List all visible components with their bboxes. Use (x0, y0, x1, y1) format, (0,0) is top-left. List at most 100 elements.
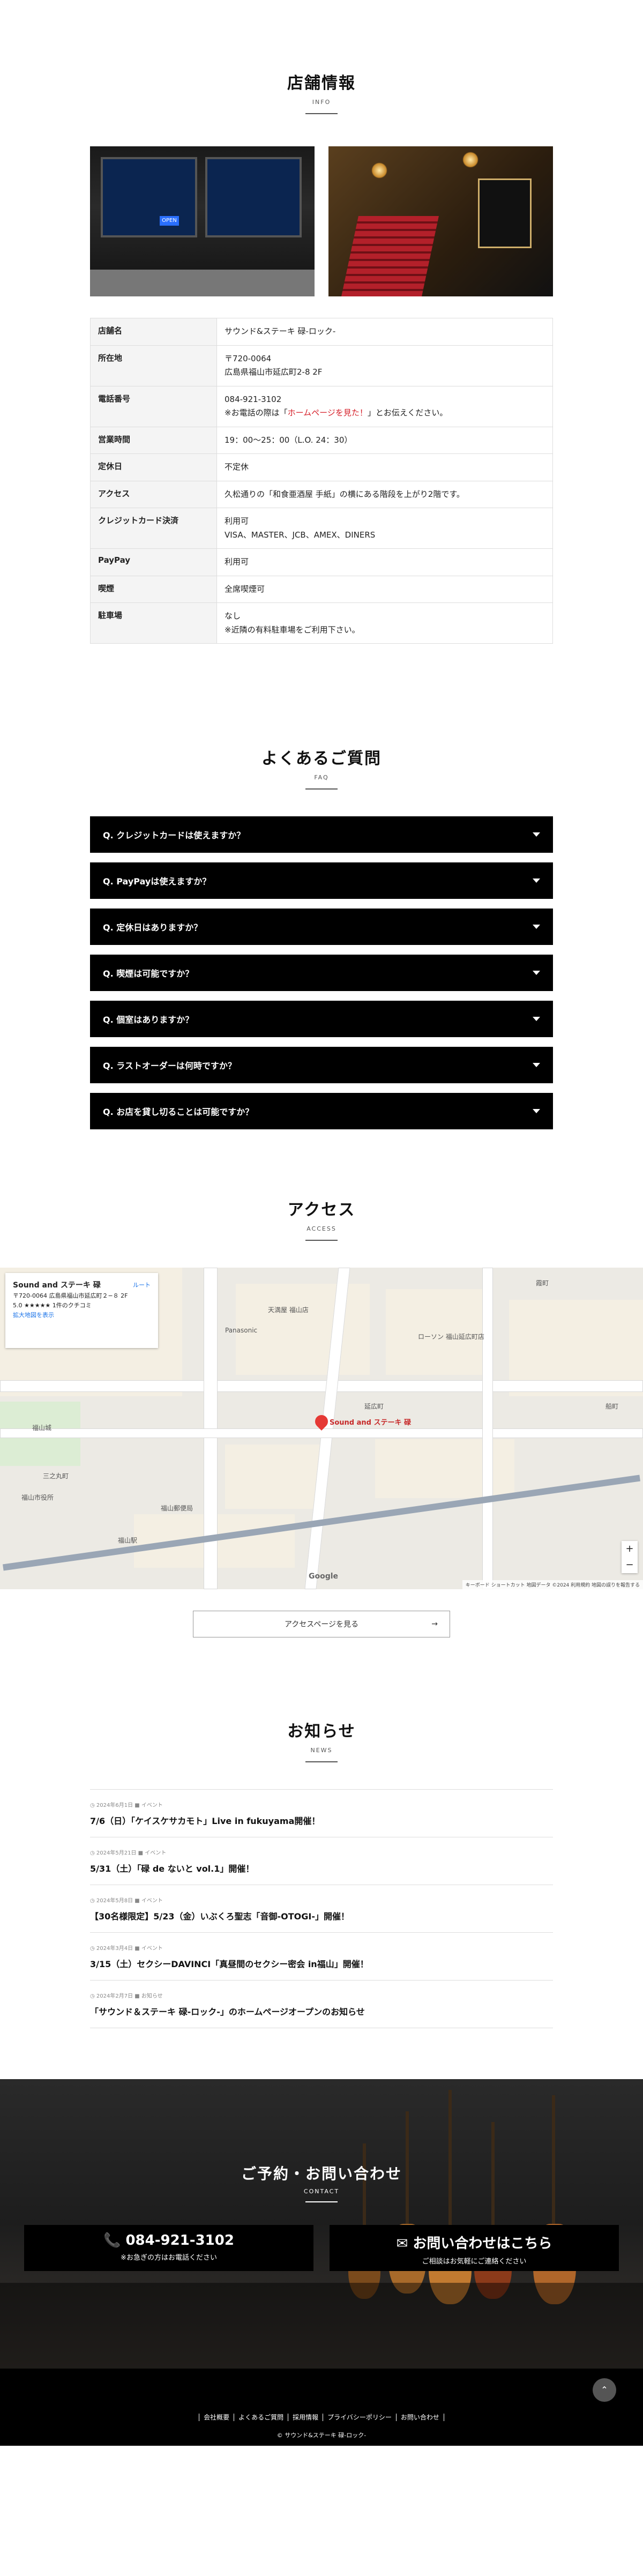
news-item[interactable]: ◷ 2024年3月4日 ■ イベント 3/15（土）セクシーDAVINCI「真昼間… (90, 1933, 553, 1981)
place-rating: 5.0 ★★★★★ 1件のクチコミ (13, 1301, 92, 1309)
news-list: ◷ 2024年6月1日 ■ イベント 7/6（日）「ケイスケサカモト」Live i… (90, 1789, 553, 2028)
phone-note: ※お電話の際は「ホームページを見た！」とお伝えください。 (225, 406, 545, 420)
map-road (0, 1380, 643, 1392)
note-text: ※お電話の際は「 (225, 408, 288, 418)
news-title[interactable]: 3/15（土）セクシーDAVINCI「真昼間のセクシー密会 in福山」開催！ (90, 1957, 553, 1970)
row-label: 営業時間 (90, 426, 217, 454)
map-block (225, 1445, 322, 1509)
faq-item[interactable]: Q. 個室はありますか？ (90, 1001, 553, 1037)
map-info-card: Sound and ステーキ 碌 〒720-0064 広島県福山市延広町２−８ … (5, 1273, 158, 1348)
news-title: お知らせ (287, 1722, 356, 1741)
button-label: アクセスページを見る (284, 1620, 359, 1629)
phone-number[interactable]: 084-921-3102 (225, 393, 545, 407)
red-stairs (341, 216, 439, 296)
news-section: お知らせ NEWS ◷ 2024年6月1日 ■ イベント 7/6（日）「ケイスケサ… (0, 1637, 643, 2079)
faq-item[interactable]: Q. ラストオーダーは何時ですか？ (90, 1047, 553, 1083)
faq-item[interactable]: Q. お店を貸し切ることは可能ですか？ (90, 1093, 553, 1129)
table-row: 所在地 〒720-0064 広島県福山市延広町2-8 2F (90, 345, 553, 386)
faq-question: Q. 個室はありますか？ (103, 1015, 194, 1025)
news-meta: ◷ 2024年3月4日 ■ イベント (90, 1946, 163, 1952)
info-subtitle: INFO (312, 99, 331, 106)
faq-item[interactable]: Q. 定休日はありますか？ (90, 909, 553, 945)
map-attribution[interactable]: キーボード ショートカット 地図データ ©2024 利用規約 地図の誤りを報告す… (462, 1580, 643, 1589)
lamp (462, 152, 478, 168)
arrow-right-icon: → (431, 1620, 438, 1628)
news-meta: ◷ 2024年5月8日 ■ イベント (90, 1898, 163, 1904)
news-title[interactable]: 5/31（土）「碌 de ないと vol.1」開催！ (90, 1862, 553, 1874)
faq-item[interactable]: Q. クレジットカードは使えますか？ (90, 816, 553, 853)
row-value: 久松通りの「和食亜酒屋 手紙」の横にある階段を上がり2階です。 (216, 480, 553, 508)
footer-nav: 会社概要 よくあるご質問 採用情報 プライバシーポリシー お問い合わせ (0, 2413, 643, 2422)
lamp (371, 162, 387, 178)
table-row: 喫煙 全席喫煙可 (90, 575, 553, 603)
menu-board (478, 178, 532, 248)
back-to-top-icon[interactable]: ⌃ (593, 2378, 616, 2402)
access-subtitle: ACCESS (306, 1225, 337, 1232)
table-row: クレジットカード決済 利用可 VISA、MASTER、JCB、AMEX、DINERS (90, 508, 553, 549)
news-title[interactable]: 【30名様限定】5/23（金）いぶくろ聖志「音御-OTOGI-」開催！ (90, 1909, 553, 1922)
zoom-control[interactable]: + − (622, 1541, 638, 1573)
address: 広島県福山市延広町2-8 2F (225, 367, 323, 377)
footer-link[interactable]: 採用情報 (288, 2414, 323, 2421)
faq-question: Q. クレジットカードは使えますか？ (103, 830, 245, 840)
stage-floor (0, 2283, 643, 2369)
row-value: 不定休 (216, 453, 553, 481)
footer-link[interactable]: よくあるご質問 (234, 2414, 288, 2421)
faq-item[interactable]: Q. PayPayは使えますか？ (90, 862, 553, 899)
map-block (375, 1439, 514, 1498)
faq-subtitle: FAQ (314, 774, 329, 781)
row-label: アクセス (90, 480, 217, 508)
news-title[interactable]: 「サウンド＆ステーキ 碌-ロック-」のホームページオープンのお知らせ (90, 2005, 553, 2017)
news-item[interactable]: ◷ 2024年6月1日 ■ イベント 7/6（日）「ケイスケサカモト」Live i… (90, 1790, 553, 1837)
card-availability: 利用可 (225, 516, 249, 526)
zoom-in-icon[interactable]: + (622, 1541, 638, 1557)
news-item[interactable]: ◷ 2024年5月8日 ■ イベント【30名様限定】5/23（金）いぶくろ聖志「… (90, 1885, 553, 1933)
footer-link[interactable]: お問い合わせ (395, 2414, 444, 2421)
news-meta: ◷ 2024年5月21日 ■ イベント (90, 1850, 167, 1856)
storefront-photo: OPEN (90, 146, 315, 296)
postal-code: 〒720-0064 (225, 353, 272, 363)
triangle-down-icon (533, 1063, 540, 1067)
parking-value: なし (225, 611, 241, 621)
triangle-down-icon (533, 878, 540, 883)
table-row: アクセス 久松通りの「和食亜酒屋 手紙」の横にある階段を上がり2階です。 (90, 480, 553, 508)
mail-button[interactable]: ✉ お問い合わせはこちら ご相談はお気軽にご連絡ください (330, 2225, 619, 2271)
faq-question: Q. 定休日はありますか？ (103, 922, 203, 933)
footer-link[interactable]: 会社概要 (199, 2414, 234, 2421)
open-sign: OPEN (160, 216, 179, 226)
enlarge-map-link[interactable]: 拡大地図を表示 (13, 1311, 151, 1320)
heading-divider (305, 1761, 338, 1762)
access-page-button[interactable]: アクセスページを見る → (193, 1611, 450, 1637)
footer-link[interactable]: プライバシーポリシー (323, 2414, 396, 2421)
map-label: Panasonic (225, 1327, 258, 1334)
news-title[interactable]: 7/6（日）「ケイスケサカモト」Live in fukuyama開催！ (90, 1814, 553, 1827)
news-item[interactable]: ◷ 2024年5月21日 ■ イベント 5/31（土）「碌 de ないと vol.… (90, 1837, 553, 1885)
google-map[interactable]: 福山城 福山駅 福山市役所 ローソン 福山延広町店 Panasonic 天満屋 … (0, 1268, 643, 1589)
news-item[interactable]: ◷ 2024年2月7日 ■ お知らせ 「サウンド＆ステーキ 碌-ロック-」のホーム… (90, 1981, 553, 2028)
table-row: PayPay 利用可 (90, 548, 553, 576)
map-label: 福山城 (32, 1424, 52, 1432)
access-heading: アクセス ACCESS (0, 1196, 643, 1241)
row-label: 駐車場 (90, 602, 217, 644)
faq-question: Q. ラストオーダーは何時ですか？ (103, 1061, 236, 1071)
place-name: Sound and ステーキ 碌 (13, 1281, 101, 1290)
zoom-out-icon[interactable]: − (622, 1557, 638, 1573)
place-address: 〒720-0064 広島県福山市延広町２−８ 2F (13, 1292, 128, 1300)
note-highlight: ホームページを見た！ (287, 408, 368, 418)
contact-subtitle: CONTACT (303, 2188, 340, 2195)
triangle-down-icon (533, 971, 540, 975)
info-section: 店舗情報 INFO OPEN 店舗名 サウンド&ステーキ 碌-ロック- 所在地 〒7… (0, 0, 643, 681)
card-brands: VISA、MASTER、JCB、AMEX、DINERS (225, 530, 376, 540)
faq-item[interactable]: Q. 喫煙は可能ですか？ (90, 955, 553, 991)
news-heading: お知らせ NEWS (0, 1718, 643, 1762)
parking-note: ※近隣の有料駐車場をご利用下さい。 (225, 624, 360, 635)
heading-divider (305, 113, 338, 114)
news-meta: ◷ 2024年6月1日 ■ イベント (90, 1803, 163, 1808)
window (101, 157, 197, 237)
phone-button[interactable]: 📞 084-921-3102 ※お急ぎの方はお電話ください (24, 2225, 313, 2271)
staircase-photo (328, 146, 553, 296)
table-row: 電話番号 084-921-3102 ※お電話の際は「ホームページを見た！」とお伝えく… (90, 385, 553, 427)
faq-title: よくあるご質問 (261, 749, 382, 768)
info-heading: 店舗情報 INFO (0, 70, 643, 114)
route-link[interactable]: ルート (133, 1280, 151, 1290)
